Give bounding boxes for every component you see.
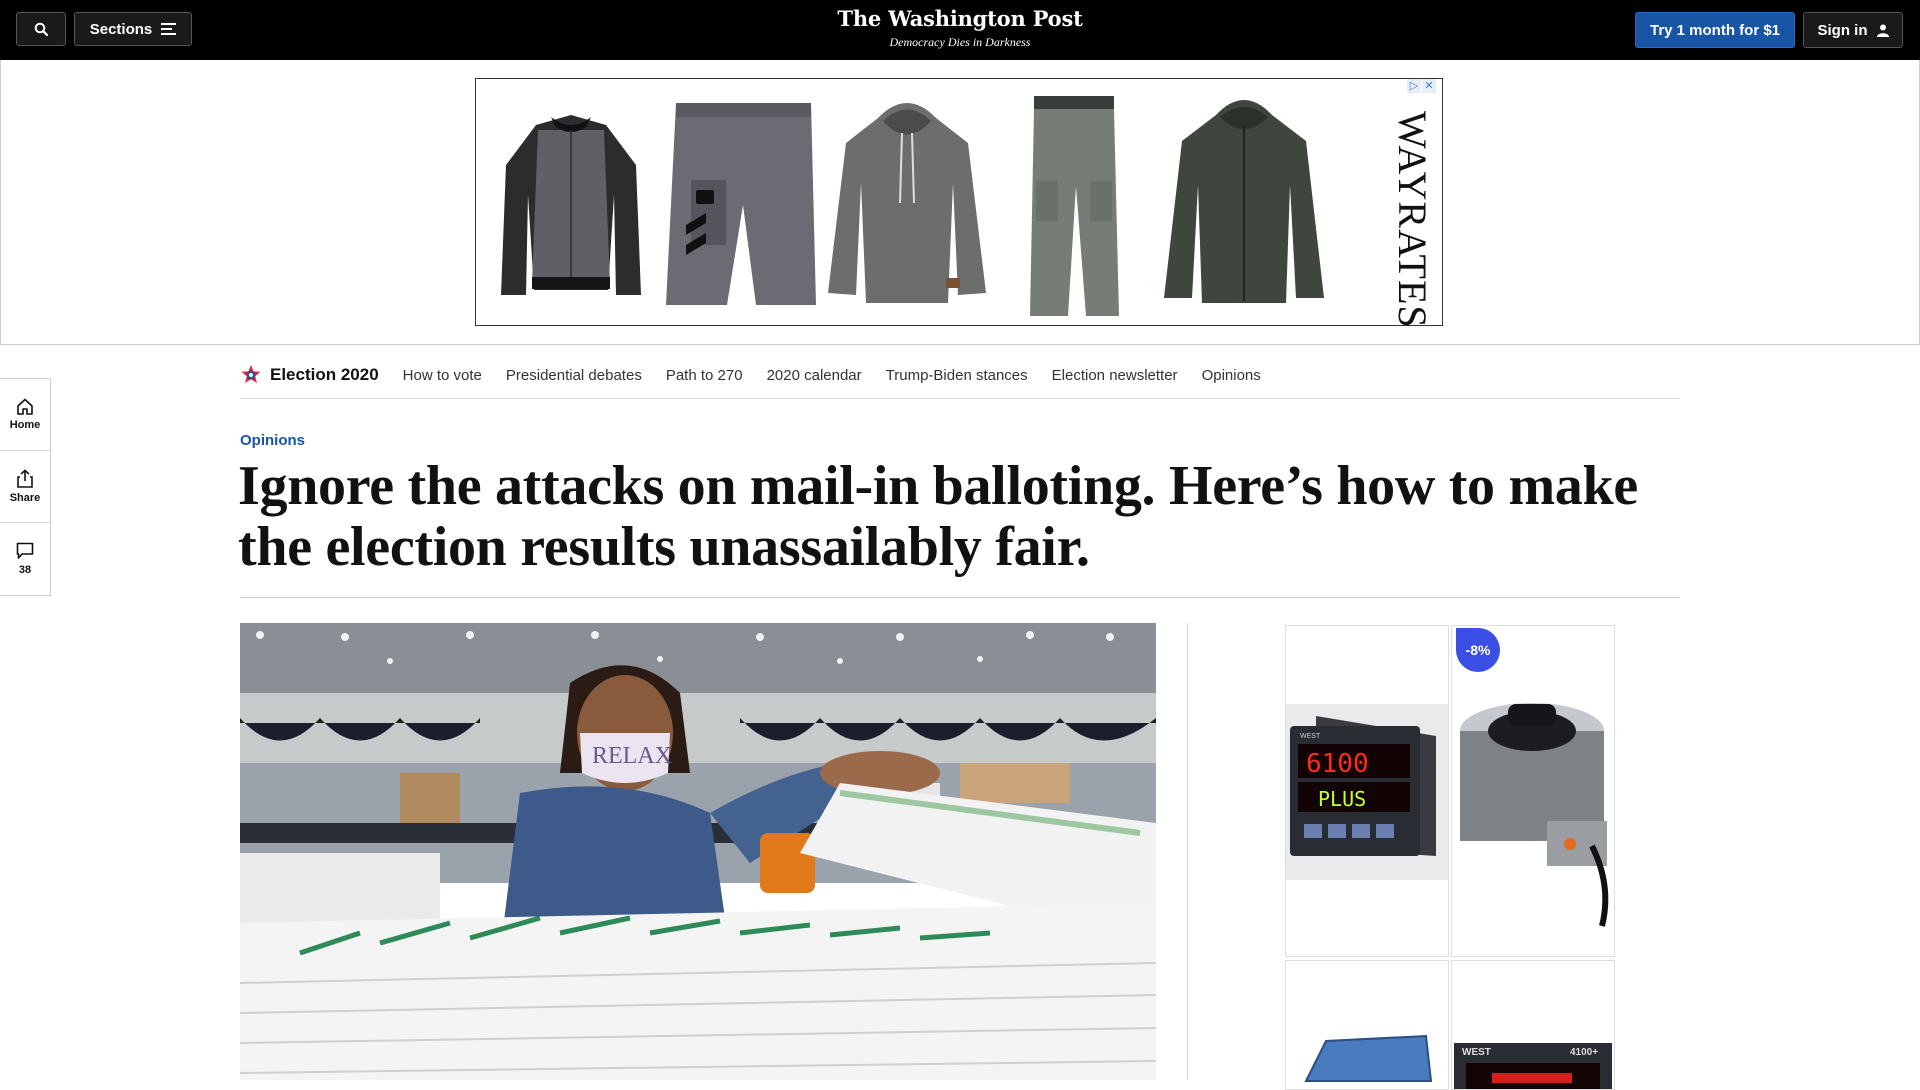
ad-product-hoodie-image[interactable] xyxy=(828,93,986,305)
share-icon xyxy=(17,469,33,488)
star-logo-icon xyxy=(241,365,261,383)
ad-product-jacket-image[interactable] xyxy=(496,105,646,305)
controller-display-bottom: PLUS xyxy=(1318,787,1366,811)
lead-photo: RELAX xyxy=(240,623,1156,1080)
site-tagline: Democracy Dies in Darkness xyxy=(889,35,1031,49)
controller-display-top: 6100 xyxy=(1306,749,1369,779)
ad-card-variable-transformer[interactable] xyxy=(1451,625,1615,957)
comments-count: 38 xyxy=(18,564,32,576)
discount-badge: -8% xyxy=(1456,628,1500,672)
ad-card-controller-box[interactable] xyxy=(1285,960,1449,1090)
top-advertisement[interactable]: ▷ ✕ WAYRATES xyxy=(475,78,1443,326)
column-divider xyxy=(1187,623,1188,1080)
home-label: Home xyxy=(9,419,41,431)
svg-text:RELAX: RELAX xyxy=(592,743,672,769)
ad-product-pants-image[interactable] xyxy=(1024,91,1124,321)
site-logo[interactable]: The Washington Post xyxy=(0,6,1920,31)
article-kicker[interactable]: Opinions xyxy=(240,432,305,449)
election-2020-title: Election 2020 xyxy=(270,365,379,384)
controller-4100-image: WEST 4100+ xyxy=(1454,1043,1612,1089)
nav-link-opinions[interactable]: Opinions xyxy=(1202,367,1261,384)
nav-link-path-to-270[interactable]: Path to 270 xyxy=(666,367,743,384)
nav-link-election-newsletter[interactable]: Election newsletter xyxy=(1052,367,1178,384)
nav-link-trump-biden-stances[interactable]: Trump-Biden stances xyxy=(886,367,1028,384)
ad-info-icon[interactable]: ▷ xyxy=(1407,79,1421,93)
top-navigation-bar: Sections The Washington Post Democracy D… xyxy=(0,0,1920,60)
headline-divider xyxy=(240,597,1680,598)
comment-icon xyxy=(16,542,34,559)
ad-card-controller-4100[interactable]: WEST 4100+ xyxy=(1451,960,1615,1090)
controller-4100-brand: WEST xyxy=(1462,1047,1491,1058)
comments-button[interactable]: 38 xyxy=(0,523,50,595)
ad-close-icon[interactable]: ✕ xyxy=(1422,79,1436,93)
article-headline: Ignore the attacks on mail-in balloting.… xyxy=(238,455,1638,578)
ad-choices[interactable]: ▷ ✕ xyxy=(1407,79,1436,93)
election-2020-brand[interactable]: Election 2020 xyxy=(240,364,379,386)
controller-brand: WEST xyxy=(1300,733,1321,740)
user-icon xyxy=(1876,24,1889,37)
masthead: The Washington Post Democracy Dies in Da… xyxy=(0,6,1920,50)
share-label: Share xyxy=(9,492,41,504)
temperature-controller-image: 6100 PLUS WEST xyxy=(1286,704,1448,880)
ad-product-hooded-jacket-image[interactable] xyxy=(1164,93,1324,305)
left-action-rail: Home Share 38 xyxy=(0,378,51,596)
sign-in-label: Sign in xyxy=(1817,21,1868,39)
share-button[interactable]: Share xyxy=(0,451,50,523)
variable-transformer-image xyxy=(1460,703,1609,927)
election-subnav: Election 2020 How to vote Presidential d… xyxy=(240,352,1680,399)
controller-4100-model: 4100+ xyxy=(1570,1047,1598,1058)
subscribe-button[interactable]: Try 1 month for $1 xyxy=(1635,12,1795,48)
nav-link-presidential-debates[interactable]: Presidential debates xyxy=(506,367,642,384)
sign-in-button[interactable]: Sign in xyxy=(1803,12,1903,48)
nav-link-2020-calendar[interactable]: 2020 calendar xyxy=(767,367,862,384)
ad-product-shorts-image[interactable] xyxy=(661,95,816,305)
controller-box-image xyxy=(1304,1034,1433,1082)
home-button[interactable]: Home xyxy=(0,379,50,451)
nav-link-how-to-vote[interactable]: How to vote xyxy=(403,367,482,384)
ad-card-temperature-controller[interactable]: 6100 PLUS WEST xyxy=(1285,625,1449,957)
ad-advertiser-logo[interactable]: WAYRATES xyxy=(1366,111,1436,325)
home-icon xyxy=(17,398,33,415)
